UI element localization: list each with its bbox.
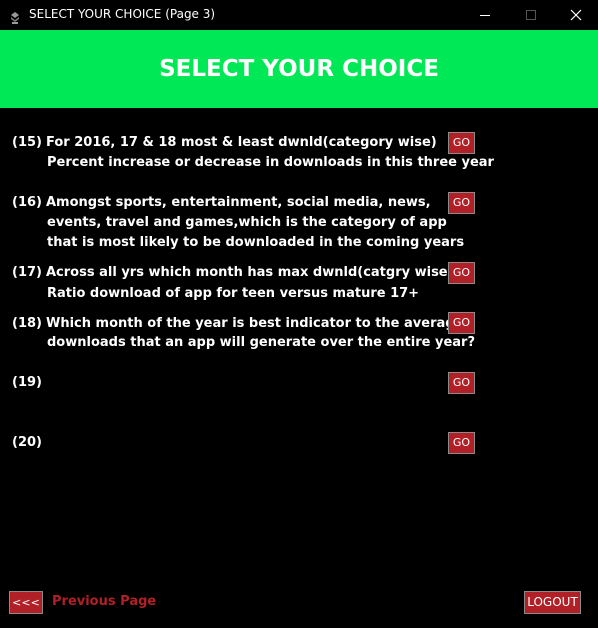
page-title: SELECT YOUR CHOICE	[159, 56, 439, 82]
go-button-18[interactable]: GO	[448, 312, 475, 334]
app-icon	[9, 9, 21, 24]
question-text: Across all yrs which month has max dwnld…	[46, 265, 454, 280]
question-number: (17)	[12, 265, 42, 280]
go-button-16[interactable]: GO	[448, 192, 475, 214]
question-text: Percent increase or decrease in download…	[47, 155, 494, 170]
question-number: (16)	[12, 195, 42, 210]
question-number: (18)	[12, 316, 42, 331]
maximize-button[interactable]	[508, 0, 554, 30]
previous-page-link[interactable]: Previous Page	[52, 594, 156, 609]
question-text: downloads that an app will generate over…	[47, 335, 475, 350]
question-text: Which month of the year is best indicato…	[46, 316, 464, 331]
app-window: SELECT YOUR CHOICE (Page 3) SELECT YOUR …	[0, 0, 598, 628]
header-banner: SELECT YOUR CHOICE	[0, 30, 598, 108]
go-button-19[interactable]: GO	[448, 372, 475, 394]
go-button-17[interactable]: GO	[448, 262, 475, 284]
question-number: (19)	[12, 375, 42, 390]
go-button-15[interactable]: GO	[448, 132, 475, 154]
minimize-icon	[480, 15, 490, 16]
question-number: (15)	[12, 135, 42, 150]
question-text: Amongst sports, entertainment, social me…	[46, 195, 431, 210]
close-icon	[570, 9, 582, 21]
title-bar[interactable]: SELECT YOUR CHOICE (Page 3)	[0, 0, 598, 30]
question-number: (20)	[12, 435, 42, 450]
question-text: For 2016, 17 & 18 most & least dwnld(cat…	[46, 135, 437, 150]
minimize-button[interactable]	[462, 0, 508, 30]
question-text: events, travel and games,which is the ca…	[47, 215, 447, 230]
window-title: SELECT YOUR CHOICE (Page 3)	[29, 7, 216, 21]
logout-button[interactable]: LOGOUT	[524, 591, 581, 614]
back-button[interactable]: <<<	[9, 591, 43, 614]
question-text: that is most likely to be downloaded in …	[47, 235, 465, 250]
close-button[interactable]	[553, 0, 598, 30]
question-text: Ratio download of app for teen versus ma…	[47, 286, 420, 301]
go-button-20[interactable]: GO	[448, 432, 475, 454]
maximize-icon	[526, 10, 536, 20]
